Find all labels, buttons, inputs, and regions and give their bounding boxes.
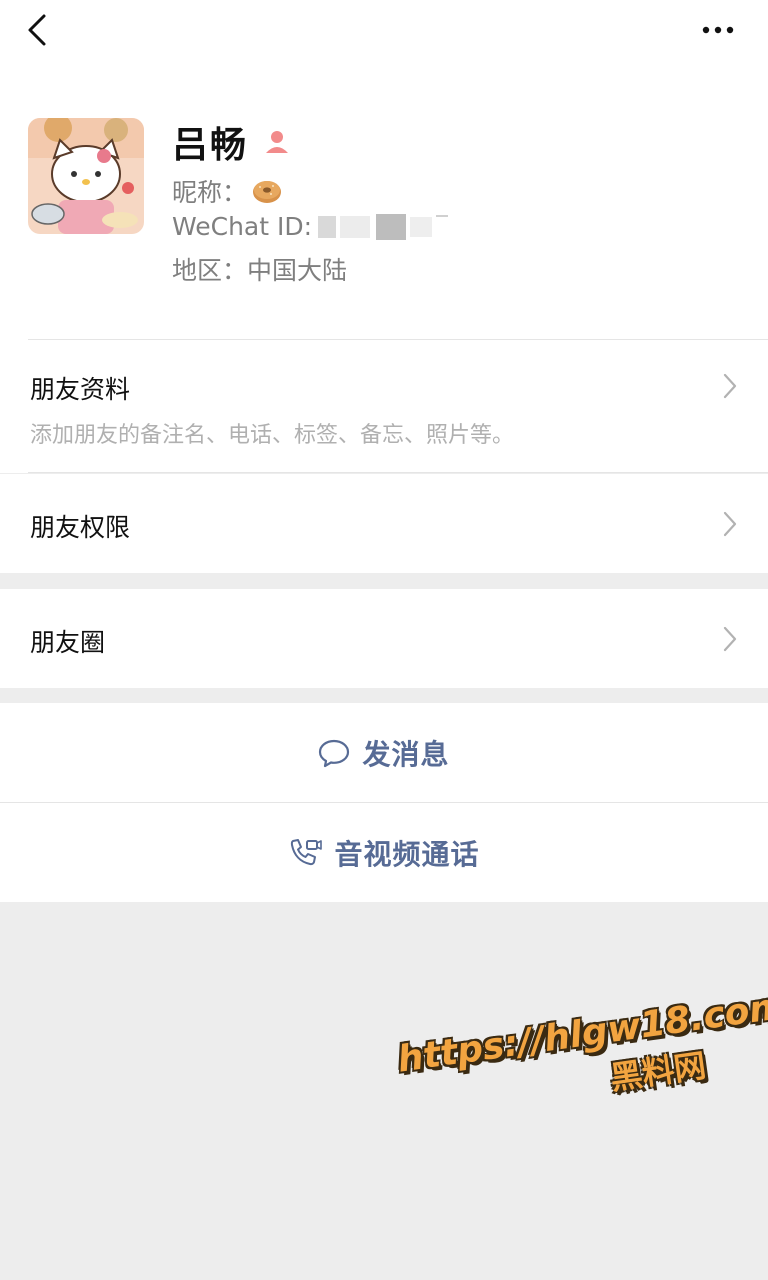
wechat-id-row: WeChat ID: [172, 211, 468, 241]
bagel-emoji-icon [253, 181, 282, 203]
friend-info-subtitle: 添加朋友的备注名、电话、标签、备忘、照片等。 [30, 423, 515, 448]
avatar-image [28, 118, 144, 234]
moments-cell[interactable]: 朋友圈 [0, 589, 768, 688]
friend-info-title: 朋友资料 [30, 375, 131, 404]
back-button[interactable] [20, 12, 60, 52]
wechat-id-label: WeChat ID: [172, 211, 313, 241]
avatar[interactable] [28, 118, 144, 234]
display-name: 吕畅 [172, 125, 249, 166]
friend-info-cell[interactable]: 朋友资料 添加朋友的备注名、电话、标签、备忘、照片等。 [0, 340, 768, 473]
moments-title: 朋友圈 [30, 628, 106, 657]
chat-bubble-icon [319, 739, 350, 767]
chevron-right-icon [723, 511, 737, 537]
wechat-id-redacted [318, 211, 468, 241]
female-icon [266, 131, 289, 153]
chevron-right-icon [723, 626, 737, 652]
divider [0, 802, 768, 803]
chevron-left-icon [28, 14, 46, 46]
region-label: 地区： [172, 256, 248, 285]
friend-permissions-title: 朋友权限 [30, 513, 131, 542]
watermark: https://hlgw18.com 黑料网 [395, 985, 768, 1128]
nickname-label: 昵称： [172, 178, 248, 207]
video-call-label: 音视频通话 [334, 837, 480, 871]
chevron-right-icon [723, 373, 737, 399]
send-message-button[interactable]: 发消息 [0, 703, 768, 802]
region-row: 地区：中国大陆 [172, 251, 347, 287]
friend-permissions-cell[interactable]: 朋友权限 [0, 474, 768, 573]
more-button[interactable] [700, 16, 740, 46]
phone-video-icon [291, 838, 323, 865]
top-bar [0, 0, 768, 80]
nickname-row: 昵称： [172, 173, 283, 209]
more-dots-icon [702, 26, 734, 34]
profile-header: 吕畅 昵称： WeChat ID: 地区：中国大陆 [0, 80, 768, 340]
divider [28, 472, 768, 473]
send-message-label: 发消息 [362, 737, 450, 771]
video-call-button[interactable]: 音视频通话 [0, 803, 768, 902]
name-row: 吕畅 [172, 116, 292, 168]
region-value: 中国大陆 [247, 256, 348, 285]
